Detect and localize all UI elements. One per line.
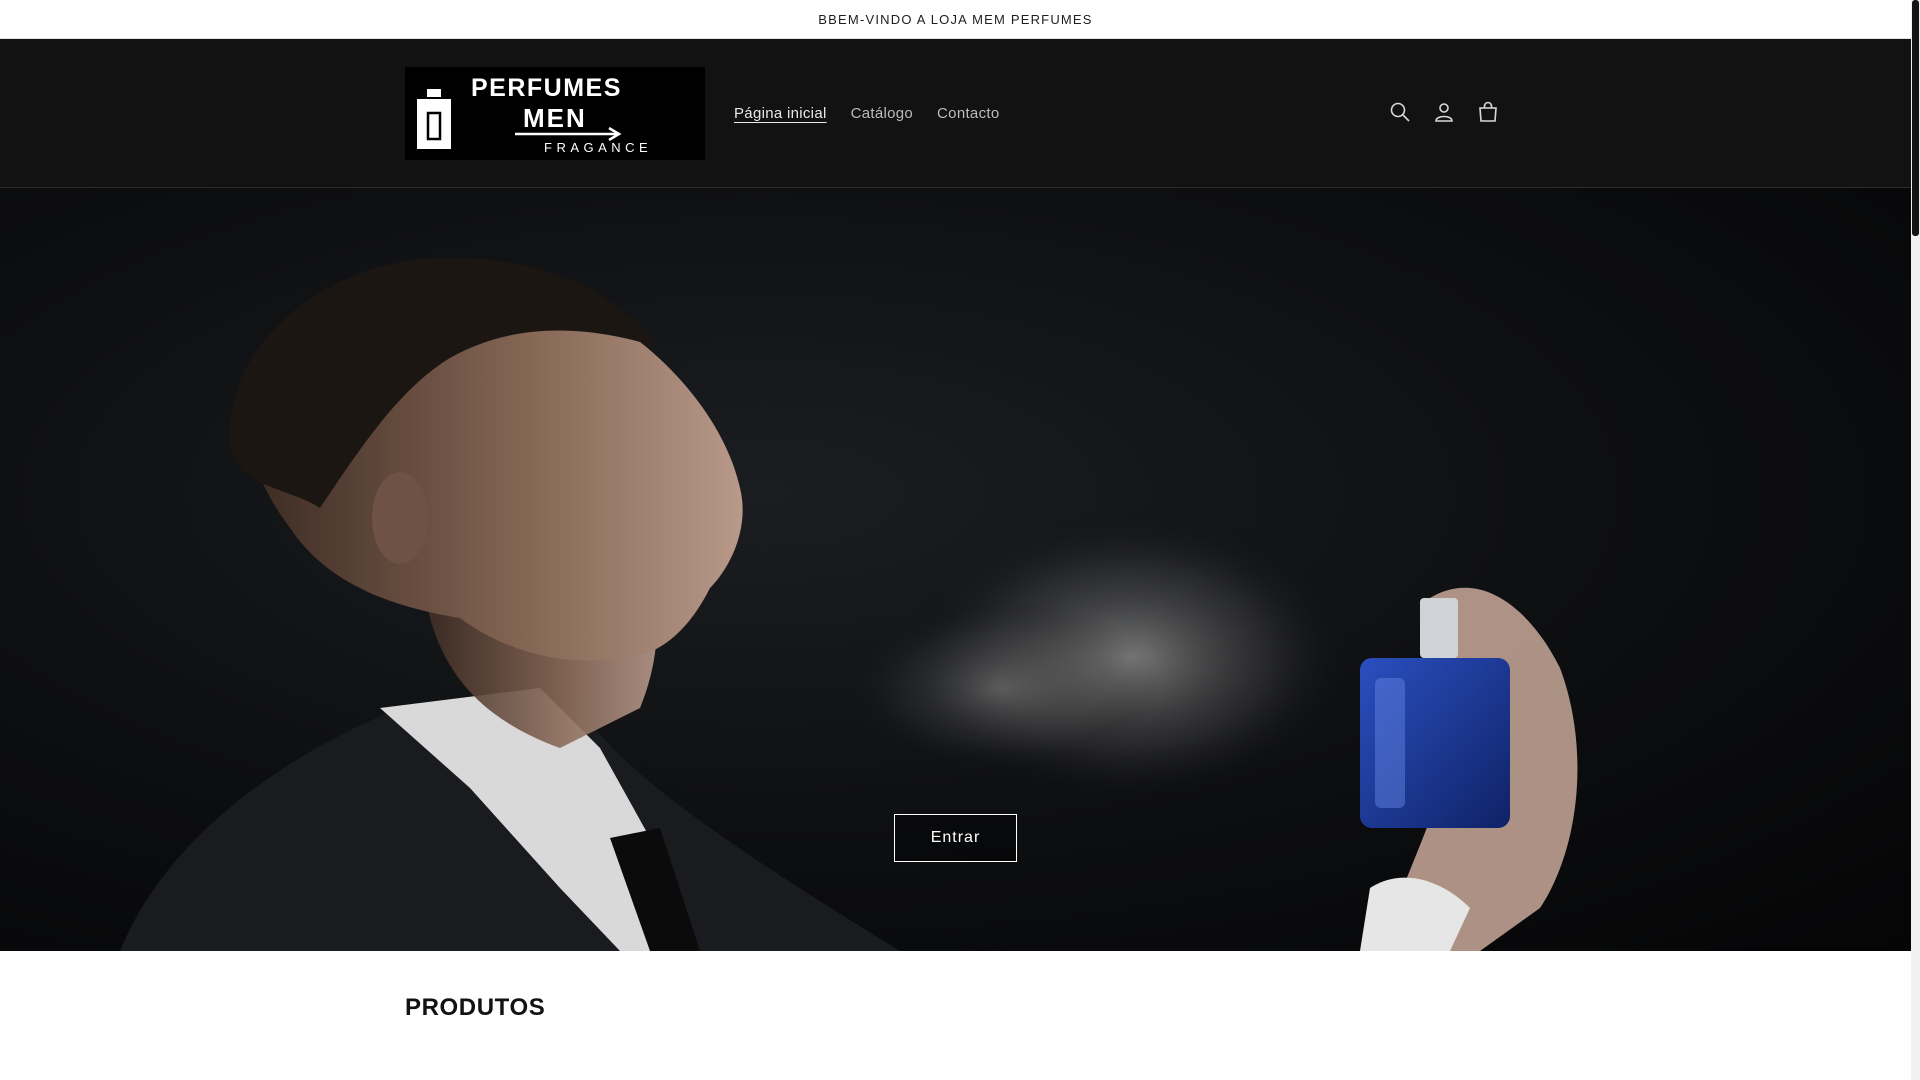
enter-button[interactable]: Entrar (894, 814, 1017, 862)
logo-line-3: FRAGANCE (544, 140, 653, 155)
account-icon (1435, 103, 1453, 122)
nav-item-catalog[interactable]: Catálogo (851, 101, 913, 126)
cart-button[interactable] (1466, 90, 1510, 134)
logo-line-1: PERFUMES (471, 74, 622, 102)
nav-item-contact[interactable]: Contacto (937, 101, 999, 126)
logo-arrow-icon (515, 127, 622, 141)
account-button[interactable] (1422, 90, 1466, 134)
announcement-text: BBEM-VINDO A LOJA MEM PERFUMES (818, 11, 1093, 27)
logo[interactable]: PERFUMES MEN FRAGANCE (405, 67, 705, 160)
announcement-bar: BBEM-VINDO A LOJA MEM PERFUMES (0, 0, 1911, 39)
nav-item-home[interactable]: Página inicial (734, 101, 827, 126)
main-nav: Página inicial Catálogo Contacto (734, 39, 999, 188)
site-header: PERFUMES MEN FRAGANCE Página inicial Cat… (0, 39, 1911, 188)
perfume-bottle-logo-icon (417, 89, 451, 149)
scrollbar-thumb[interactable] (1912, 0, 1919, 236)
hero-banner: Entrar (0, 188, 1911, 951)
search-button[interactable] (1378, 90, 1422, 134)
header-icons (1378, 90, 1510, 134)
cart-icon (1479, 101, 1497, 122)
products-section-title: PRODUTOS (405, 994, 546, 1021)
search-icon (1390, 102, 1410, 122)
